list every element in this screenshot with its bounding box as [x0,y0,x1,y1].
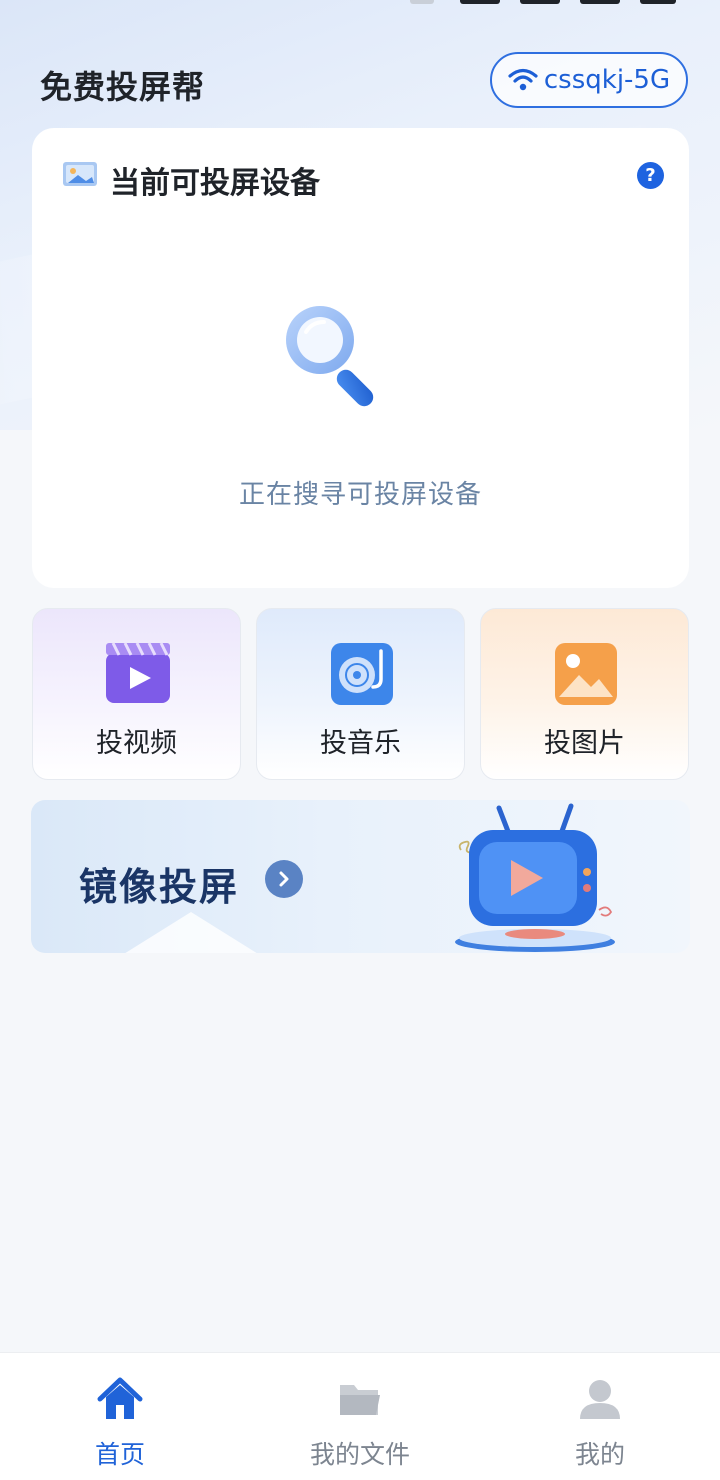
question-circle-icon[interactable]: ? [637,162,664,189]
nav-home[interactable]: 首页 [40,1353,200,1480]
banner-decoration [111,912,271,953]
card-header: 当前可投屏设备 ? [62,158,664,201]
cast-video-button[interactable]: 投视频 [32,608,241,780]
nav-my-files[interactable]: 我的文件 [280,1353,440,1480]
mirror-cast-label: 镜像投屏 [79,865,240,909]
searching-status: 正在搜寻可投屏设备 [238,480,482,510]
wifi-name: cssqkj-5G [543,65,671,95]
tv-icon [455,803,615,952]
cast-photo-button[interactable]: 投图片 [480,608,689,780]
status-bar-right [410,0,680,8]
app-title: 免费投屏帮 [40,68,206,106]
music-disc-icon [331,643,393,705]
feature-row: 投视频 投音乐 投图片 [32,608,689,780]
cast-music-button[interactable]: 投音乐 [256,608,465,780]
cast-video-label: 投视频 [96,728,177,759]
video-clapper-icon [106,642,170,703]
home-icon [97,1377,143,1419]
mirror-cast-banner[interactable]: 镜像投屏 [31,800,690,953]
nav-my-files-label: 我的文件 [309,1440,410,1469]
cast-photo-label: 投图片 [544,728,625,759]
image-icon [555,643,617,705]
status-bar [0,0,720,14]
wifi-selector-button[interactable]: cssqkj-5G [490,52,688,108]
card-title: 当前可投屏设备 [110,166,320,201]
chevron-right-icon[interactable] [265,860,303,898]
user-icon [580,1380,620,1419]
wifi-icon [508,68,538,91]
nav-mine[interactable]: 我的 [520,1353,680,1480]
folder-icon [340,1385,380,1415]
status-bar-left [30,0,180,10]
magnifier-icon [286,306,374,407]
device-list-card: 当前可投屏设备 ? 正在搜寻可投屏设备 [32,128,689,588]
screen-cast-icon [63,162,97,186]
top-header: 免费投屏帮 cssqkj-5G [40,52,688,112]
nav-home-label: 首页 [94,1440,145,1469]
bottom-navigation: 首页 我的文件 我的 [0,1352,720,1480]
cast-music-label: 投音乐 [320,728,401,759]
nav-mine-label: 我的 [574,1440,625,1469]
